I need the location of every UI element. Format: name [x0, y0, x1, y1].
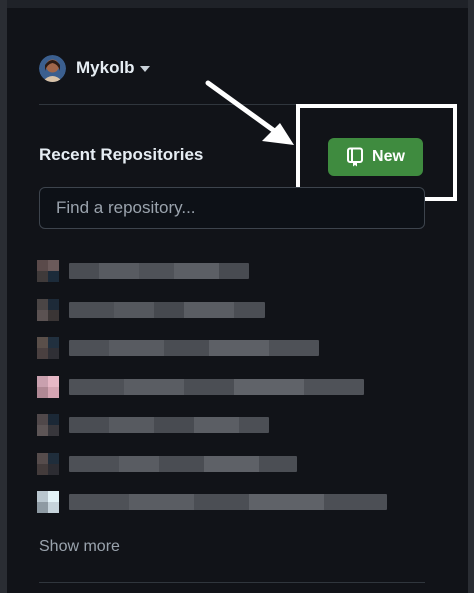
divider — [39, 582, 425, 583]
redacted-repo-name — [69, 340, 319, 357]
find-repository-input[interactable] — [39, 187, 425, 229]
window-left-edge — [0, 0, 7, 593]
list-item[interactable] — [37, 329, 417, 368]
repo-owner-avatar — [37, 337, 59, 360]
window-right-edge — [468, 0, 474, 593]
list-item[interactable] — [37, 406, 417, 445]
repo-owner-avatar — [37, 298, 59, 321]
repo-owner-avatar — [37, 491, 59, 514]
show-more-link[interactable]: Show more — [39, 538, 120, 556]
list-item[interactable] — [37, 291, 417, 330]
repo-owner-avatar — [37, 452, 59, 475]
recent-repositories-title: Recent Repositories — [39, 145, 204, 164]
user-switcher[interactable]: Mykolb — [39, 54, 150, 82]
redacted-repo-name — [69, 417, 269, 434]
list-item[interactable] — [37, 483, 417, 522]
redacted-repo-name — [69, 494, 387, 511]
redacted-repo-name — [69, 455, 297, 472]
repo-icon — [347, 147, 364, 167]
redacted-repo-name — [69, 301, 265, 318]
avatar — [39, 54, 66, 82]
list-item[interactable] — [37, 252, 417, 291]
repository-list — [37, 252, 417, 522]
list-item[interactable] — [37, 445, 417, 484]
window-top-strip — [0, 0, 474, 8]
caret-down-icon[interactable] — [139, 66, 150, 72]
redacted-repo-name — [69, 378, 364, 395]
new-button-label: New — [372, 148, 405, 165]
repo-owner-avatar — [37, 414, 59, 437]
repo-owner-avatar — [37, 375, 59, 398]
list-item[interactable] — [37, 368, 417, 407]
arrow-icon — [205, 80, 294, 145]
redacted-repo-name — [69, 263, 249, 280]
avatar-image — [39, 54, 66, 82]
repo-owner-avatar — [37, 260, 59, 283]
new-repository-button[interactable]: New — [328, 138, 423, 176]
username[interactable]: Mykolb — [76, 58, 135, 78]
